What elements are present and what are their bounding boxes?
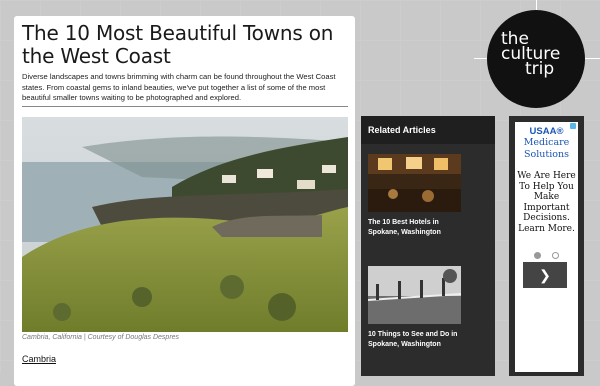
- related-article-item[interactable]: The 10 Best Hotels in Spokane, Washingto…: [368, 154, 461, 237]
- related-articles-panel: Related Articles The 10 Best Hotels in S…: [361, 116, 495, 376]
- hero-image: [22, 117, 348, 332]
- related-article-item[interactable]: 10 Things to See and Do in Spokane, Wash…: [368, 266, 461, 349]
- related-thumbnail[interactable]: [368, 154, 461, 212]
- ad-brand: USAA®: [529, 126, 564, 137]
- divider: [22, 106, 348, 107]
- related-thumbnail[interactable]: [368, 266, 461, 324]
- site-logo[interactable]: the culture trip: [487, 10, 585, 108]
- ad-subbrand: Medicare Solutions: [523, 137, 570, 160]
- related-articles-heading: Related Articles: [361, 116, 495, 144]
- logo-text: the culture trip: [501, 31, 560, 79]
- related-article-title[interactable]: The 10 Best Hotels in Spokane, Washingto…: [368, 218, 461, 237]
- related-article-title[interactable]: 10 Things to See and Do in Spokane, Wash…: [368, 330, 461, 349]
- article-intro: Diverse landscapes and towns brimming wi…: [22, 72, 336, 102]
- hero-caption: Cambria, California | Courtesy of Dougla…: [22, 334, 180, 341]
- ad-next-button[interactable]: ❯: [523, 262, 567, 288]
- section-link-cambria[interactable]: Cambria: [22, 354, 56, 364]
- ad-info-icon[interactable]: [570, 123, 576, 129]
- pagination-dot-active[interactable]: [534, 252, 542, 259]
- article-title: The 10 Most Beautiful Towns on the West …: [22, 21, 334, 68]
- article-card: The 10 Most Beautiful Towns on the West …: [14, 16, 355, 386]
- advertisement-panel: USAA® Medicare Solutions We Are Here To …: [509, 116, 584, 376]
- ad-content[interactable]: USAA® Medicare Solutions We Are Here To …: [515, 122, 578, 372]
- pagination-dot[interactable]: [551, 252, 559, 259]
- logo-line-3: trip: [525, 59, 555, 79]
- ad-copy: We Are Here To Help You Make Important D…: [517, 171, 576, 234]
